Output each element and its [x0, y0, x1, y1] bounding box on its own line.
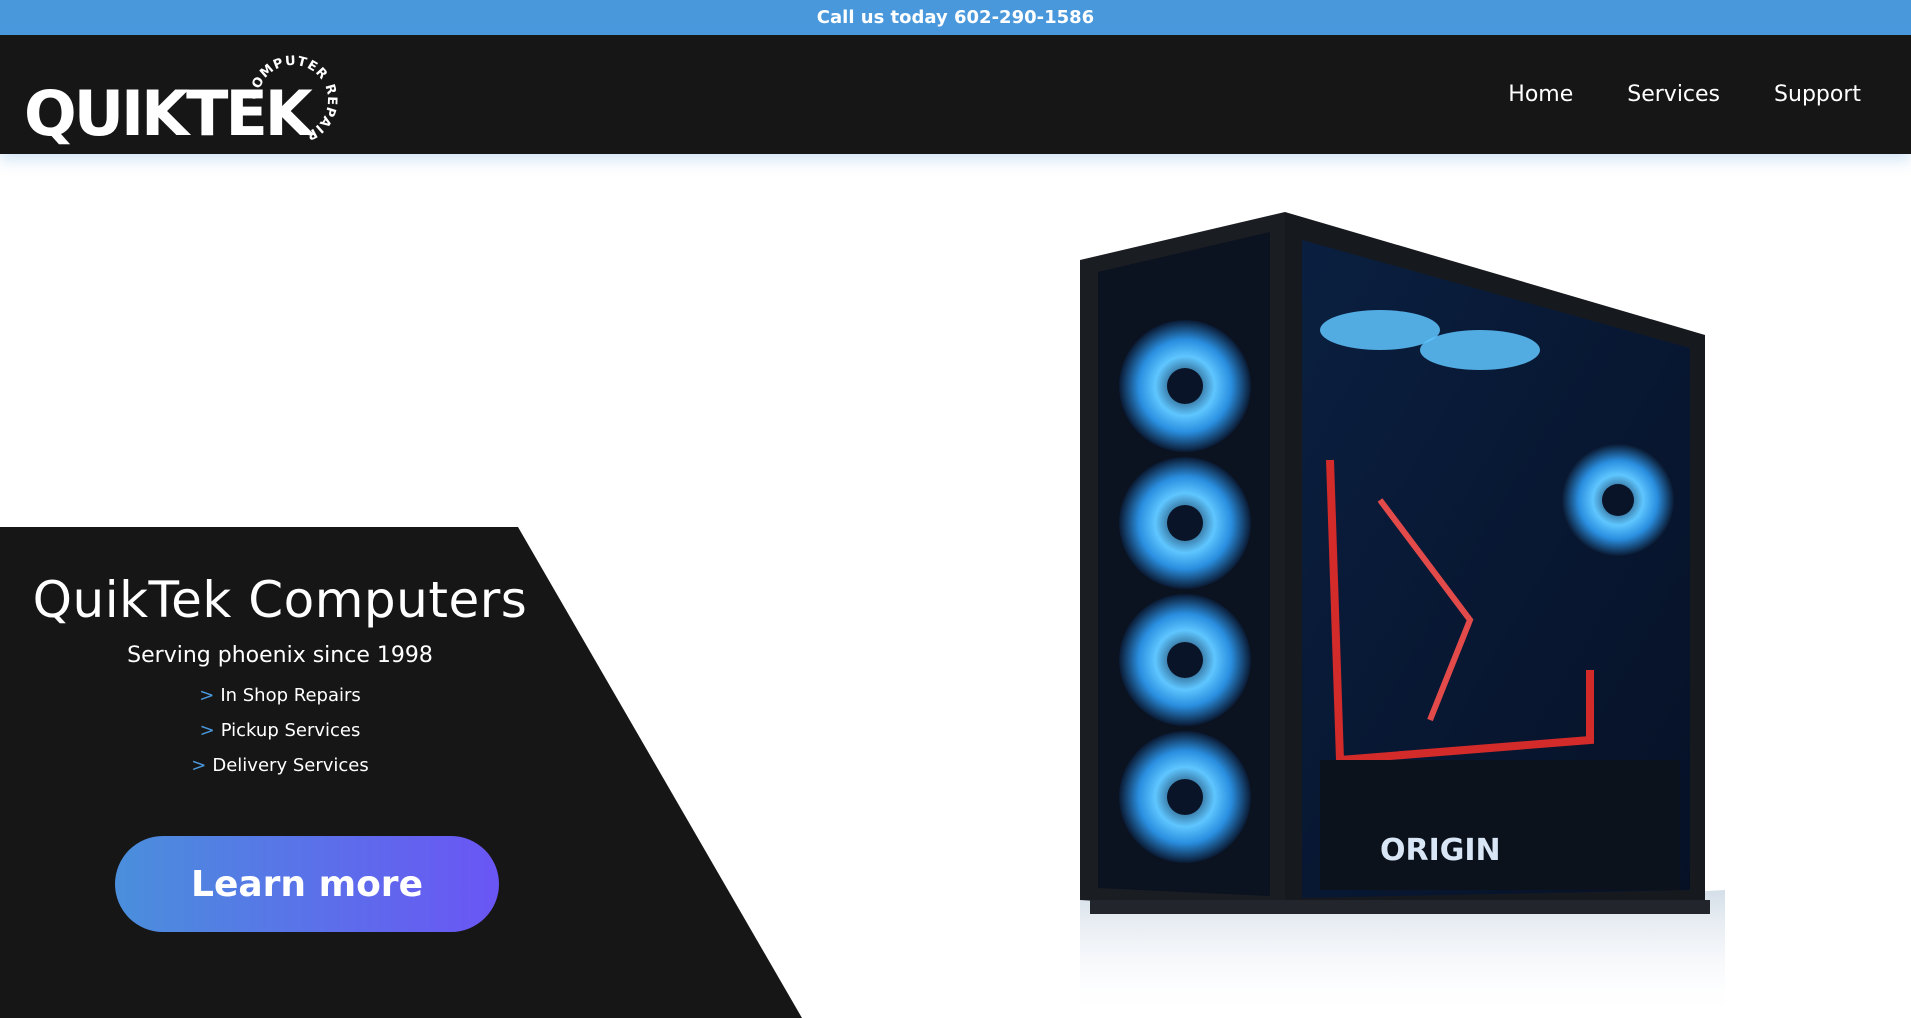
nav-support[interactable]: Support [1774, 82, 1861, 107]
logo-ring-text: COMPUTER REPAIR [247, 54, 339, 143]
hero-subtitle: Serving phoenix since 1998 [127, 643, 433, 668]
chevron-right-icon: > [191, 755, 207, 776]
svg-text:COMPUTER REPAIR: COMPUTER REPAIR [247, 54, 339, 143]
list-item: > Pickup Services [0, 713, 560, 748]
origin-brand-mark: ORIGIN [1380, 833, 1501, 868]
services-list: > In Shop Repairs > Pickup Services > Deliv… [0, 678, 560, 783]
hero-content: QuikTek Computers Serving phoenix since … [0, 527, 560, 783]
quiktek-logo[interactable]: QUIKTEK COMPUTER REPAIR [24, 45, 338, 145]
list-item-label: Delivery Services [212, 755, 369, 776]
chevron-right-icon: > [199, 685, 215, 706]
phone-link[interactable]: Call us today 602-290-1586 [817, 7, 1094, 28]
list-item: > In Shop Repairs [0, 678, 560, 713]
main-nav: Home Services Support [1508, 35, 1861, 154]
gaming-pc-image: ORIGIN [1080, 212, 1725, 1018]
list-item: > Delivery Services [0, 748, 560, 783]
logo-ring-label: COMPUTER REPAIR [247, 54, 338, 143]
nav-home[interactable]: Home [1508, 82, 1573, 107]
list-item-label: Pickup Services [220, 720, 361, 741]
learn-more-button[interactable]: Learn more [115, 836, 499, 932]
hero-title: QuikTek Computers [32, 571, 528, 629]
chevron-right-icon: > [199, 720, 215, 741]
site-header: QUIKTEK COMPUTER REPAIR Home Services Su… [0, 35, 1911, 154]
list-item-label: In Shop Repairs [220, 685, 361, 706]
top-announcement-bar: Call us today 602-290-1586 [0, 0, 1911, 35]
nav-services[interactable]: Services [1627, 82, 1720, 107]
